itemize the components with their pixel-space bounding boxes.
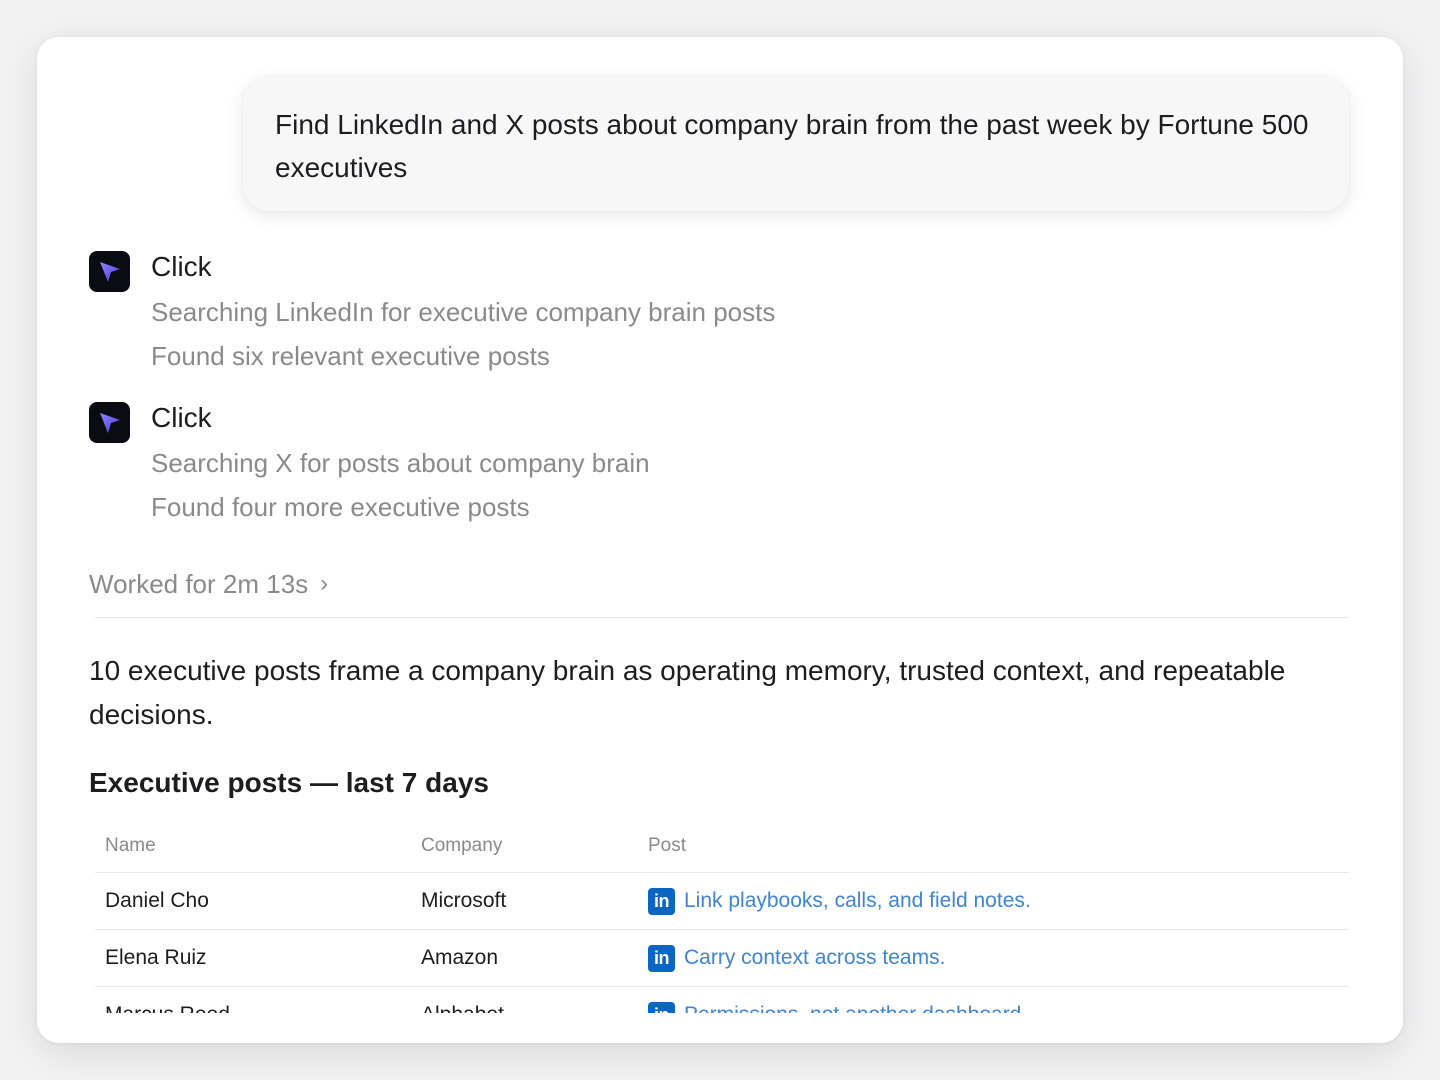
table-row: Elena Ruiz Amazon in Carry context acros… — [95, 930, 1349, 987]
column-header-post: Post — [648, 835, 687, 856]
linkedin-icon: in — [648, 1001, 675, 1013]
post-link[interactable]: Carry context across teams. — [684, 946, 945, 970]
chat-window: Find LinkedIn and X posts about company … — [37, 37, 1403, 1043]
cursor-arrow-icon — [89, 402, 130, 443]
step-line: Searching LinkedIn for executive company… — [151, 297, 776, 327]
table-row: Marcus Reed Alphabet in Permissions, not… — [95, 987, 1349, 1013]
cursor-arrow-icon — [89, 251, 130, 292]
company-cell: Amazon — [421, 946, 499, 969]
worked-duration-label: Worked for 2m 13s — [89, 569, 309, 599]
company-cell: Microsoft — [421, 889, 507, 912]
executive-posts-table: Name Company Post Daniel Cho Microsoft i… — [95, 827, 1349, 1013]
post-cell: in Link playbooks, calls, and field note… — [648, 873, 1031, 929]
name-cell: Daniel Cho — [105, 889, 209, 912]
step-title: Click — [151, 402, 212, 433]
worked-duration-toggle[interactable]: Worked for 2m 13s › — [89, 567, 328, 601]
post-cell: in Carry context across teams. — [648, 930, 945, 986]
linkedin-icon: in — [648, 944, 675, 972]
user-message-bubble: Find LinkedIn and X posts about company … — [243, 77, 1349, 211]
column-header-name: Name — [105, 835, 156, 856]
post-link[interactable]: Permissions, not another dashboard. — [684, 1003, 1027, 1013]
table-row: Daniel Cho Microsoft in Link playbooks, … — [95, 873, 1349, 930]
table-header-row: Name Company Post — [95, 827, 1349, 873]
chevron-right-icon: › — [320, 570, 329, 597]
section-title: Executive posts — last 7 days — [89, 767, 489, 798]
column-header-company: Company — [421, 835, 503, 856]
name-cell: Marcus Reed — [105, 987, 230, 1013]
response-summary: 10 executive posts frame a company brain… — [89, 655, 1286, 730]
step-line: Found six relevant executive posts — [151, 341, 550, 371]
linkedin-icon: in — [648, 887, 675, 915]
company-cell: Alphabet — [421, 987, 504, 1013]
post-cell: in Permissions, not another dashboard. — [648, 987, 1027, 1013]
name-cell: Elena Ruiz — [105, 946, 207, 969]
step-title: Click — [151, 251, 212, 282]
user-message-text: Find LinkedIn and X posts about company … — [275, 109, 1309, 183]
step-line: Searching X for posts about company brai… — [151, 448, 650, 478]
divider — [95, 617, 1349, 618]
step-line: Found four more executive posts — [151, 492, 530, 522]
post-link[interactable]: Link playbooks, calls, and field notes. — [684, 889, 1031, 913]
